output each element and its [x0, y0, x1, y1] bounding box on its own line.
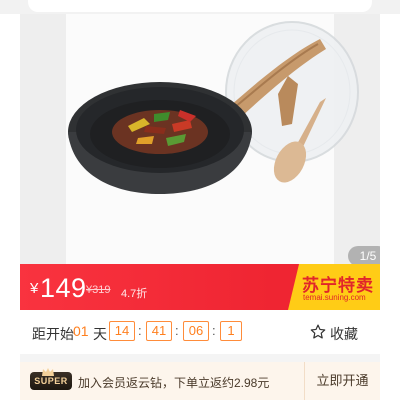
countdown-label: 距开始	[32, 326, 74, 342]
top-card-edge	[28, 0, 372, 12]
countdown-row: 距开始 01 天 14 : 41 : 06 : 1 收藏	[20, 310, 380, 354]
countdown-seconds: 06	[183, 321, 209, 341]
super-badge: SUPER	[30, 368, 72, 390]
suning-temai-badge: 苏宁特卖 temai.suning.com	[288, 264, 380, 310]
open-membership-button[interactable]: 立即开通	[305, 362, 380, 400]
current-price: 149	[40, 273, 87, 303]
product-image-carousel[interactable]: 1/5	[20, 14, 380, 264]
original-price: ¥319	[86, 284, 111, 296]
countdown-day-unit: 天	[93, 326, 107, 342]
super-member-bar: SUPER 加入会员返云钻，下单立返约2.98元 立即开通	[20, 362, 380, 400]
countdown-days: 01	[73, 323, 89, 339]
price-currency: ¥	[30, 280, 39, 297]
countdown-hours: 14	[109, 321, 135, 341]
top-strip	[0, 0, 400, 14]
super-member-description: 加入会员返云钻，下单立返约2.98元	[78, 376, 270, 390]
badge-subtitle: temai.suning.com	[303, 293, 366, 302]
product-image-wok	[68, 21, 359, 194]
countdown-separator: :	[212, 323, 216, 338]
super-badge-label: SUPER	[34, 376, 68, 386]
product-detail-page: 1/5 ¥ 149 ¥319 4.7折 苏宁特卖 temai.suning.co…	[0, 0, 400, 400]
countdown-separator: :	[175, 323, 179, 338]
image-pager-indicator: 1/5	[348, 246, 380, 264]
countdown-tenths: 1	[220, 321, 242, 341]
star-outline-icon	[310, 324, 326, 339]
favorite-label: 收藏	[330, 326, 358, 342]
section-divider	[20, 354, 380, 362]
discount-label: 4.7折	[121, 288, 148, 300]
price-bar: ¥ 149 ¥319 4.7折 苏宁特卖 temai.suning.com	[20, 264, 380, 310]
countdown-separator: :	[138, 323, 142, 338]
countdown-minutes: 41	[146, 321, 172, 341]
crown-icon	[42, 368, 54, 376]
